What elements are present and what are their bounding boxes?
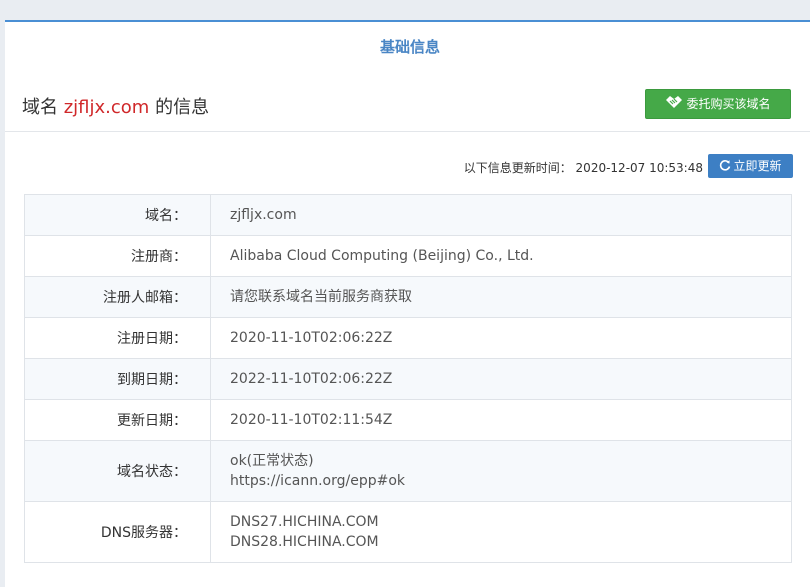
buy-domain-button[interactable]: 委托购买该域名	[645, 89, 791, 119]
row-value: Alibaba Cloud Computing (Beijing) Co., L…	[210, 235, 792, 277]
handshake-icon	[665, 91, 683, 119]
table-row: 更新日期： 2020-11-10T02:11:54Z	[24, 399, 792, 441]
row-value: 2022-11-10T02:06:22Z	[210, 358, 792, 400]
row-value: zjfljx.com	[210, 194, 792, 236]
row-label: 注册日期：	[24, 317, 211, 359]
update-button-label: 立即更新	[733, 159, 782, 173]
row-label: 注册人邮箱：	[24, 276, 211, 318]
heading-suffix: 的信息	[149, 97, 210, 118]
table-row: 到期日期： 2022-11-10T02:06:22Z	[24, 358, 792, 400]
update-row: 以下信息更新时间： 2020-12-07 10:53:48 立即更新	[193, 154, 793, 178]
domain-header: 域名 zjfljx.com 的信息 委托购买该域名	[5, 84, 810, 132]
value-line: DNS28.HICHINA.COM	[230, 534, 379, 550]
value-line: 2022-11-10T02:06:22Z	[230, 371, 393, 387]
heading-prefix: 域名	[22, 97, 64, 118]
info-panel: 基础信息 域名 zjfljx.com 的信息 委托购买该域名 以下信息更新时间：…	[5, 20, 810, 587]
domain-info-table: 域名： zjfljx.com 注册商： Alibaba Cloud Comput…	[24, 194, 792, 563]
row-label: DNS服务器：	[24, 501, 211, 563]
update-time-text: 以下信息更新时间： 2020-12-07 10:53:48	[463, 161, 703, 175]
value-line: 2020-11-10T02:06:22Z	[230, 330, 393, 346]
value-line: 请您联系域名当前服务商获取	[230, 289, 412, 305]
table-row: DNS服务器： DNS27.HICHINA.COM DNS28.HICHINA.…	[24, 501, 792, 563]
row-label: 注册商：	[24, 235, 211, 277]
table-row: 注册人邮箱： 请您联系域名当前服务商获取	[24, 276, 792, 318]
row-value: 2020-11-10T02:06:22Z	[210, 317, 792, 359]
row-value: ok(正常状态) https://icann.org/epp#ok	[210, 440, 792, 502]
row-label: 域名状态：	[24, 440, 211, 502]
panel-title: 基础信息	[379, 38, 440, 56]
table-row: 域名： zjfljx.com	[24, 194, 792, 236]
update-now-button[interactable]: 立即更新	[708, 154, 793, 178]
value-line: https://icann.org/epp#ok	[230, 473, 406, 489]
row-value: 2020-11-10T02:11:54Z	[210, 399, 792, 441]
table-row: 注册商： Alibaba Cloud Computing (Beijing) C…	[24, 235, 792, 277]
row-value: DNS27.HICHINA.COM DNS28.HICHINA.COM	[210, 501, 792, 563]
refresh-icon	[719, 155, 731, 179]
table-row: 域名状态： ok(正常状态) https://icann.org/epp#ok	[24, 440, 792, 502]
value-line: Alibaba Cloud Computing (Beijing) Co., L…	[230, 248, 534, 264]
buy-button-label: 委托购买该域名	[686, 97, 771, 111]
value-line: DNS27.HICHINA.COM	[230, 514, 379, 530]
heading-domain: zjfljx.com	[63, 97, 150, 118]
value-line: ok(正常状态)	[230, 453, 314, 469]
row-value: 请您联系域名当前服务商获取	[210, 276, 792, 318]
page-title: 域名 zjfljx.com 的信息	[22, 93, 209, 119]
row-label: 到期日期：	[24, 358, 211, 400]
row-label: 域名：	[24, 194, 211, 236]
row-label: 更新日期：	[24, 399, 211, 441]
value-line: zjfljx.com	[230, 207, 297, 223]
table-row: 注册日期： 2020-11-10T02:06:22Z	[24, 317, 792, 359]
value-line: 2020-11-10T02:11:54Z	[230, 412, 393, 428]
